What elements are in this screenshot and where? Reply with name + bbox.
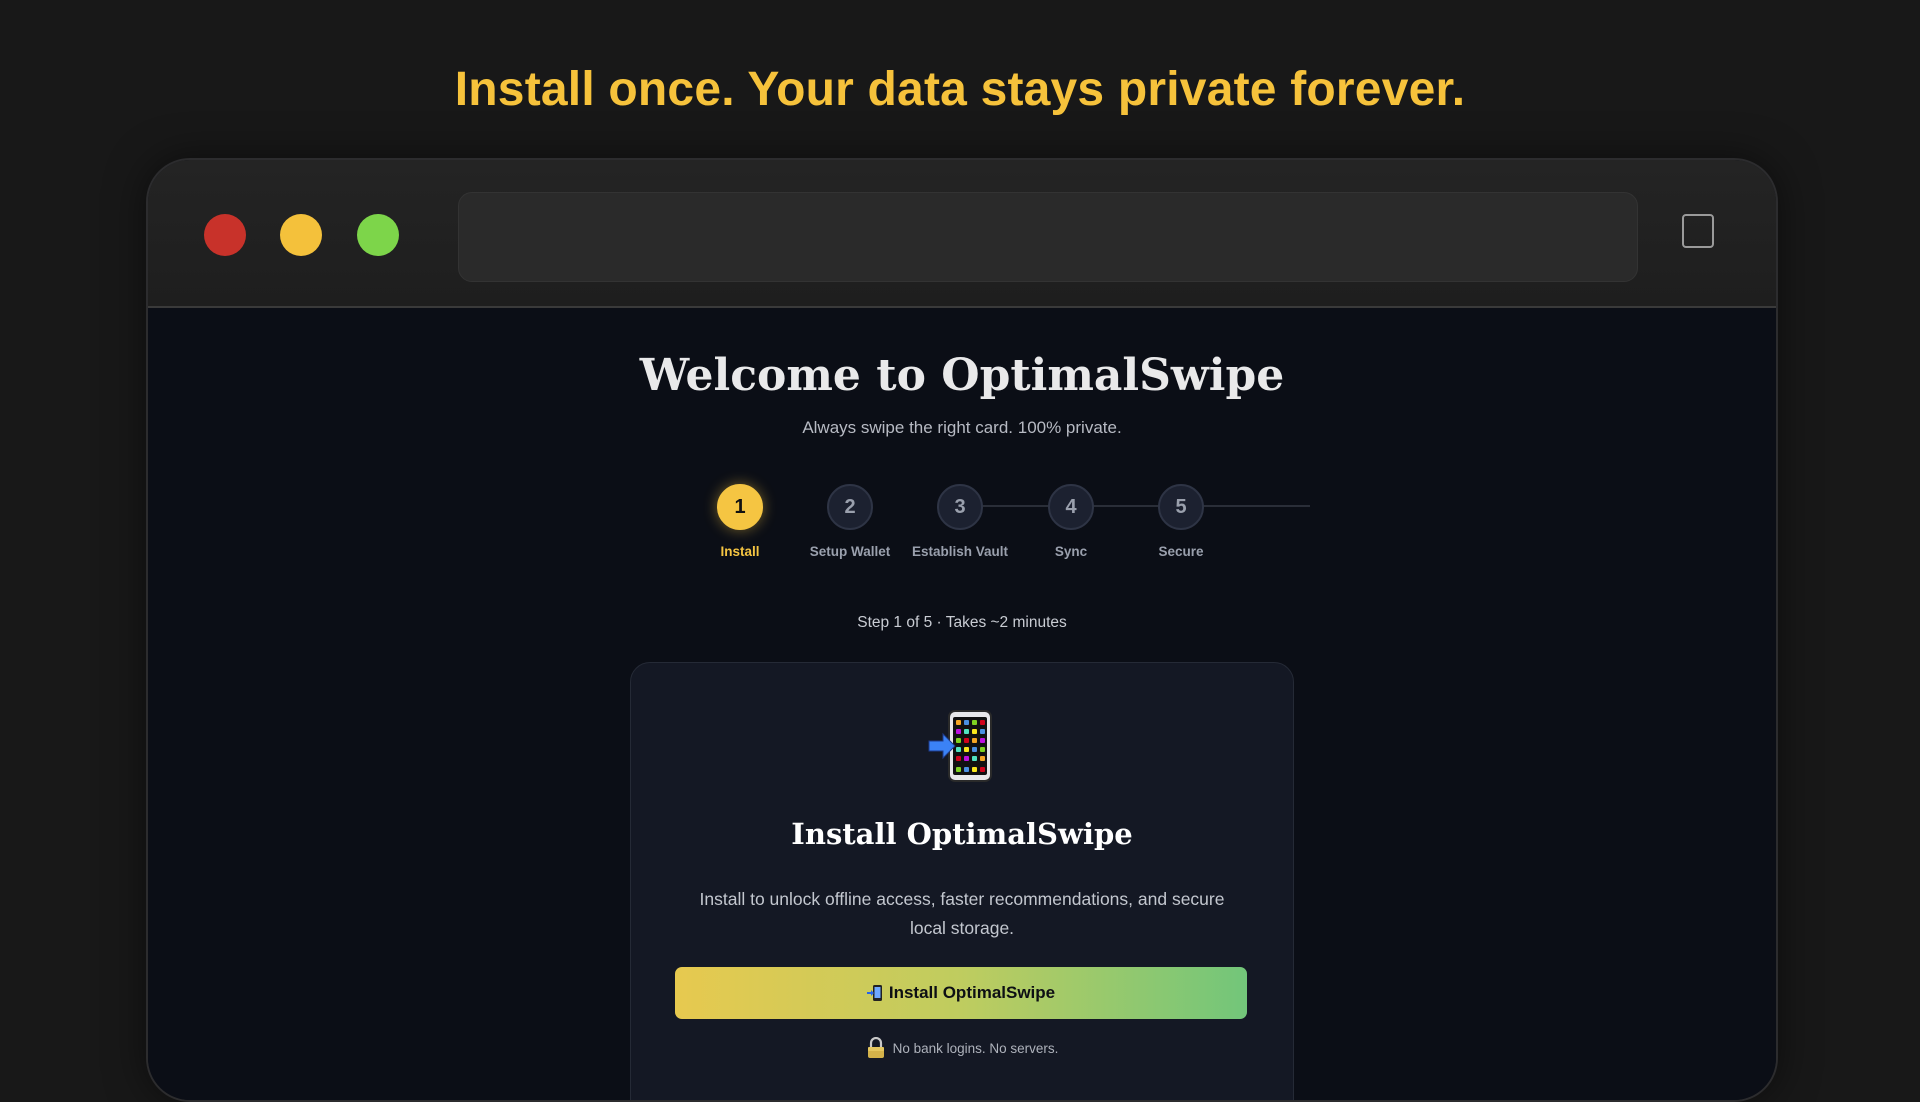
phone-arrow-icon (631, 709, 1293, 783)
step-secure[interactable]: 5 Secure (1111, 484, 1251, 559)
maximize-window-button[interactable] (357, 214, 399, 256)
step-number: 5 (1158, 484, 1204, 530)
window-titlebar (148, 160, 1776, 308)
close-window-button[interactable] (204, 214, 246, 256)
step-label: Secure (1158, 544, 1204, 559)
progress-text: Step 1 of 5 · Takes ~2 minutes (857, 614, 1067, 631)
step-number: 3 (937, 484, 983, 530)
install-button[interactable]: Install OptimalSwipe (675, 967, 1247, 1019)
step-number: 2 (827, 484, 873, 530)
address-bar[interactable] (458, 192, 1638, 282)
page-content: Welcome to OptimalSwipe Always swipe the… (148, 308, 1776, 1100)
card-title: Install OptimalSwipe (791, 817, 1133, 851)
card-description: Install to unlock offline access, faster… (699, 889, 1225, 938)
browser-window: Welcome to OptimalSwipe Always swipe the… (146, 158, 1778, 1102)
install-card: Install OptimalSwipe Install to unlock o… (630, 662, 1294, 1100)
phone-arrow-icon (866, 984, 883, 1002)
onboarding-stepper: 1 Install 2 Setup Wallet 3 Establish Vau… (148, 484, 1776, 574)
privacy-note: No bank logins. No servers. (631, 1037, 1293, 1059)
headline: Install once. Your data stays private fo… (454, 63, 1466, 116)
page-subtitle: Always swipe the right card. 100% privat… (802, 418, 1122, 437)
minimize-window-button[interactable] (280, 214, 322, 256)
install-button-label: Install OptimalSwipe (888, 983, 1056, 1002)
privacy-note-text: No bank logins. No servers. (892, 1040, 1059, 1056)
lock-icon (866, 1037, 886, 1059)
step-number: 4 (1048, 484, 1094, 530)
page-title: Welcome to OptimalSwipe (639, 350, 1285, 401)
window-icon[interactable] (1682, 214, 1714, 248)
step-number: 1 (717, 484, 763, 530)
